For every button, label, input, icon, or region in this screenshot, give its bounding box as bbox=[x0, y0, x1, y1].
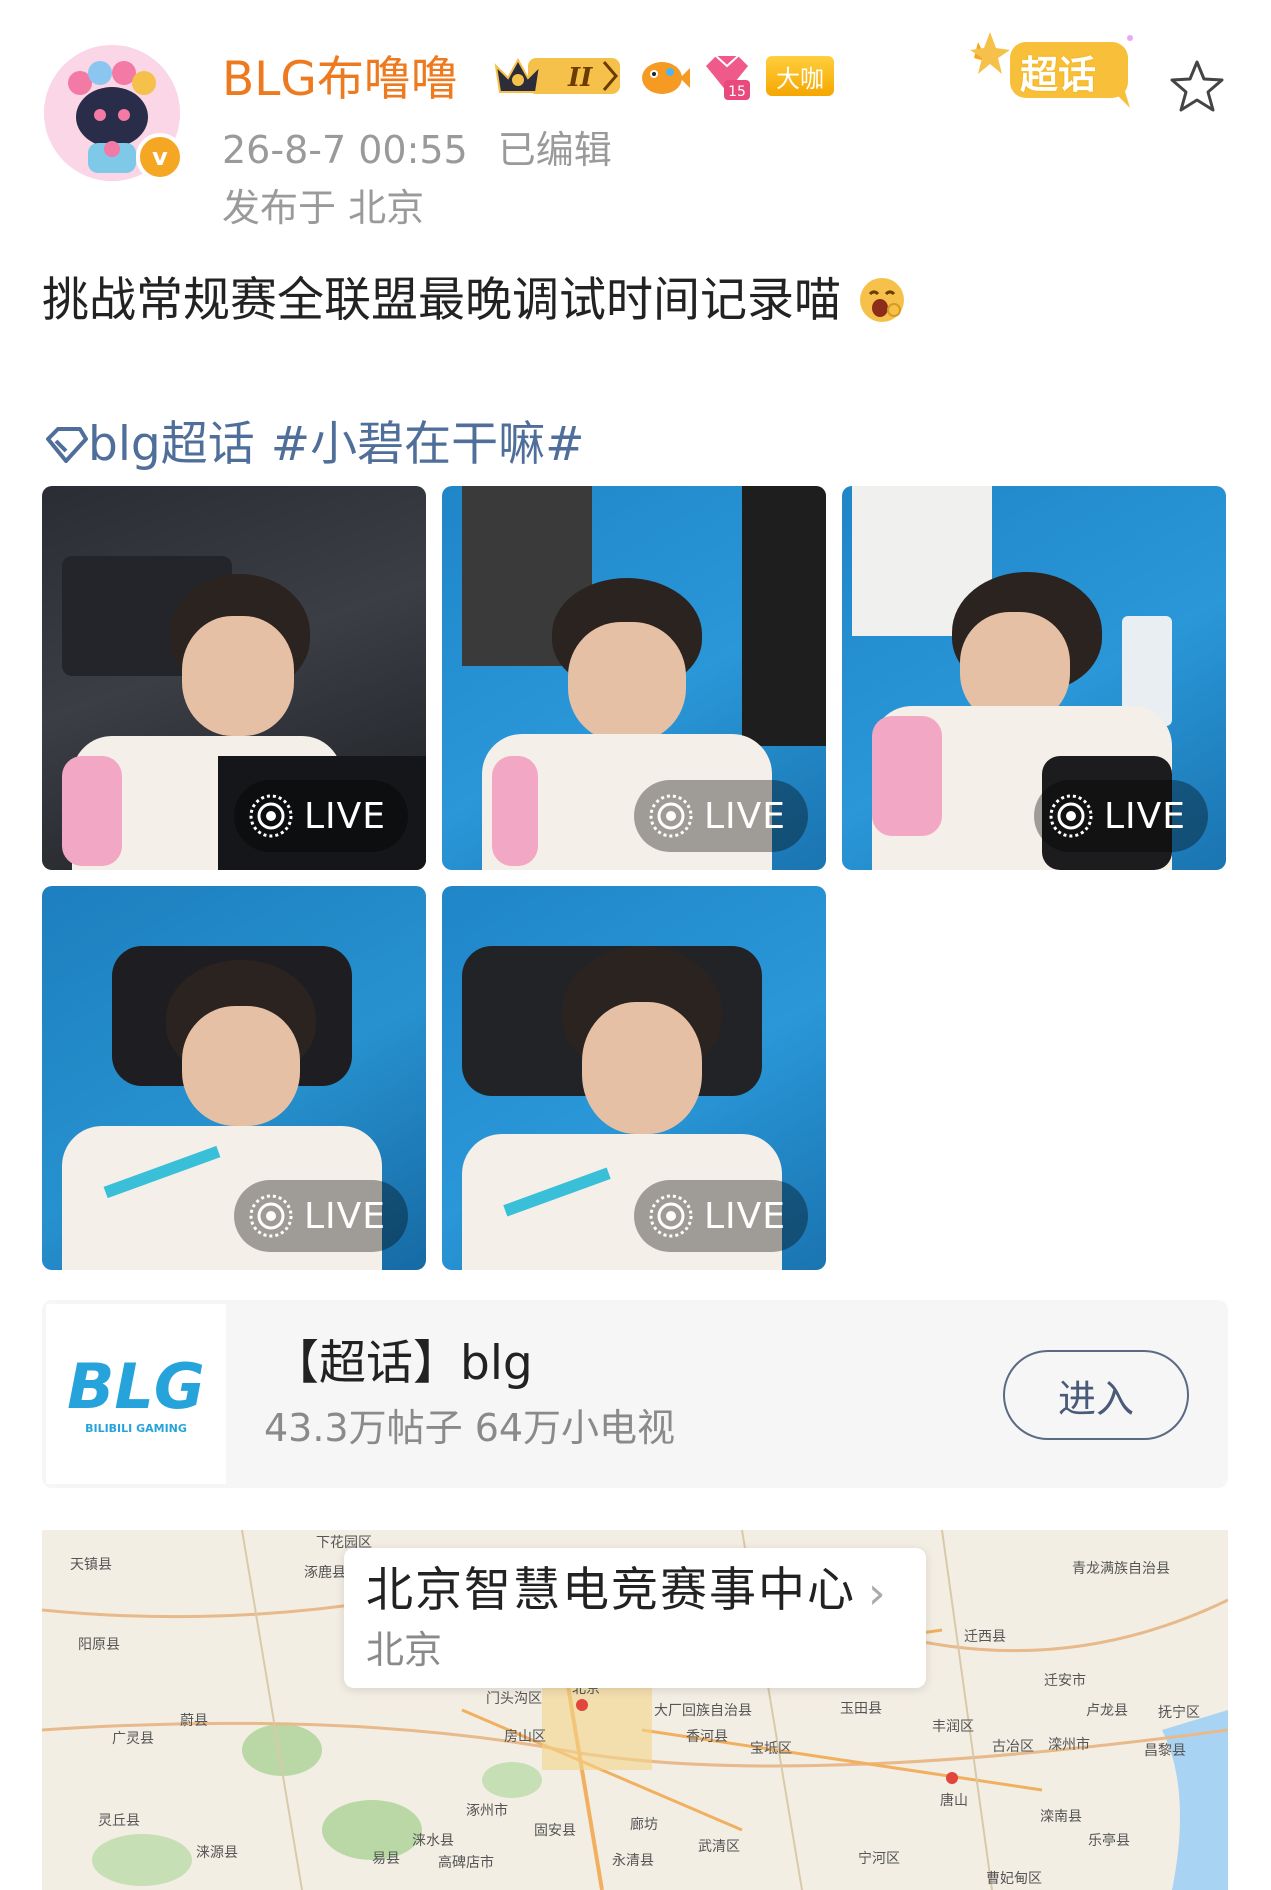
map-place-label: 曹妃甸区 bbox=[986, 1871, 1042, 1887]
map-place-label: 迁西县 bbox=[964, 1629, 1006, 1645]
post-meta: 26-8-7 00:55 已编辑 bbox=[222, 122, 612, 178]
map-place-label: 高碑店市 bbox=[438, 1855, 494, 1871]
map-place-label: 阳原县 bbox=[78, 1637, 120, 1653]
map-place-label: 涿州市 bbox=[466, 1803, 508, 1819]
map-place-label: 唐山 bbox=[940, 1793, 968, 1809]
gem-level-badge-icon: 15 bbox=[706, 55, 750, 100]
map-place-label: 易县 bbox=[372, 1851, 400, 1867]
map-place-label: 永清县 bbox=[612, 1853, 654, 1869]
svg-text:BLG: BLG bbox=[67, 1350, 205, 1423]
live-label: LIVE bbox=[1103, 795, 1186, 837]
map-place-label: 涞源县 bbox=[196, 1845, 238, 1861]
map-place-label: 乐亭县 bbox=[1088, 1833, 1130, 1849]
super-topic-diamond-icon bbox=[46, 427, 88, 463]
live-badge: LIVE bbox=[233, 780, 408, 852]
live-badge: LIVE bbox=[1033, 780, 1208, 852]
map-place-label: 大厂回族自治县 bbox=[654, 1703, 752, 1719]
map-place-label: 武清区 bbox=[698, 1839, 740, 1855]
favorite-star-icon[interactable] bbox=[1168, 58, 1226, 116]
yawn-emoji-icon bbox=[859, 278, 904, 322]
topic-title[interactable]: 【超话】blg bbox=[272, 1334, 533, 1394]
verified-badge-icon: v bbox=[136, 133, 184, 181]
daka-badge: 大咖 bbox=[766, 56, 834, 96]
live-badge: LIVE bbox=[233, 1180, 408, 1252]
map-place-label: 卢龙县 bbox=[1086, 1703, 1128, 1719]
blg-logo: BLG BILIBILI GAMING bbox=[46, 1304, 226, 1484]
map-place-name[interactable]: 北京智慧电竞赛事中心 bbox=[366, 1560, 856, 1622]
live-photo-icon bbox=[249, 794, 293, 838]
badge-level-text: II bbox=[567, 63, 593, 93]
hashtag-topic-link[interactable]: blg超话 bbox=[88, 410, 255, 480]
map-place-label: 广灵县 bbox=[112, 1731, 154, 1747]
map-place-label: 抚宁区 bbox=[1158, 1705, 1200, 1721]
chaohua-label[interactable]: 超话 bbox=[1020, 44, 1096, 99]
photo-1[interactable]: LIVE bbox=[42, 486, 426, 870]
map-place-label: 香河县 bbox=[686, 1729, 728, 1745]
live-label: LIVE bbox=[303, 795, 386, 837]
fish-badge-icon bbox=[642, 62, 690, 94]
live-badge: LIVE bbox=[633, 1180, 808, 1252]
map-place-label: 滦南县 bbox=[1040, 1809, 1082, 1825]
live-photo-icon bbox=[249, 1194, 293, 1238]
map-place-label: 天镇县 bbox=[70, 1557, 112, 1573]
edited-label: 已编辑 bbox=[497, 128, 612, 172]
map-place-label: 古冶区 bbox=[992, 1739, 1034, 1755]
post-text: 挑战常规赛全联盟最晚调试时间记录喵 bbox=[42, 266, 908, 336]
map-place-label: 蔚县 bbox=[180, 1713, 208, 1729]
map-place-label: 滦州市 bbox=[1048, 1737, 1090, 1753]
map-city: 北京 bbox=[366, 1628, 443, 1672]
map-place-label: 门头沟区 bbox=[486, 1691, 542, 1707]
topic-stats: 43.3万帖子 64万小电视 bbox=[264, 1406, 676, 1450]
post-text-content: 挑战常规赛全联盟最晚调试时间记录喵 bbox=[42, 273, 841, 328]
map-place-label: 迁安市 bbox=[1044, 1673, 1086, 1689]
map-place-label: 固安县 bbox=[534, 1823, 576, 1839]
live-badge: LIVE bbox=[633, 780, 808, 852]
map-place-label: 廊坊 bbox=[630, 1817, 658, 1833]
map-place-label: 宝坻区 bbox=[750, 1741, 792, 1757]
map-place-label: 昌黎县 bbox=[1144, 1743, 1186, 1759]
hashtag-link[interactable]: #小碧在干嘛# bbox=[271, 410, 585, 480]
live-photo-icon bbox=[649, 794, 693, 838]
live-label: LIVE bbox=[303, 1195, 386, 1237]
membership-crown-icon: II bbox=[494, 57, 620, 94]
post-location: 发布于 北京 bbox=[222, 186, 425, 230]
timestamp: 26-8-7 00:55 bbox=[222, 128, 468, 172]
map-place-label: 青龙满族自治县 bbox=[1072, 1561, 1170, 1577]
svg-text:BILIBILI GAMING: BILIBILI GAMING bbox=[85, 1422, 187, 1435]
map-place-label: 房山区 bbox=[504, 1729, 546, 1745]
live-photo-icon bbox=[1049, 794, 1093, 838]
photo-2[interactable]: LIVE bbox=[442, 486, 826, 870]
map-place-label: 丰润区 bbox=[932, 1719, 974, 1735]
live-label: LIVE bbox=[703, 795, 786, 837]
map-place-label: 涞水县 bbox=[412, 1833, 454, 1849]
photo-4[interactable]: LIVE bbox=[42, 886, 426, 1270]
gem-level-text: 15 bbox=[728, 84, 746, 100]
chevron-right-icon[interactable]: › bbox=[868, 1566, 886, 1622]
username[interactable]: BLG布噜噜 bbox=[222, 50, 458, 110]
live-label: LIVE bbox=[703, 1195, 786, 1237]
live-photo-icon bbox=[649, 1194, 693, 1238]
enter-topic-button[interactable]: 进入 bbox=[1003, 1350, 1189, 1440]
map-place-label: 灵丘县 bbox=[98, 1813, 140, 1829]
map-place-label: 涿鹿县 bbox=[304, 1565, 346, 1581]
map-place-label: 玉田县 bbox=[840, 1701, 882, 1717]
map-place-label: 宁河区 bbox=[858, 1851, 900, 1867]
photo-3[interactable]: LIVE bbox=[842, 486, 1226, 870]
hashtags: blg超话 #小碧在干嘛# bbox=[42, 410, 585, 480]
photo-5[interactable]: LIVE bbox=[442, 886, 826, 1270]
